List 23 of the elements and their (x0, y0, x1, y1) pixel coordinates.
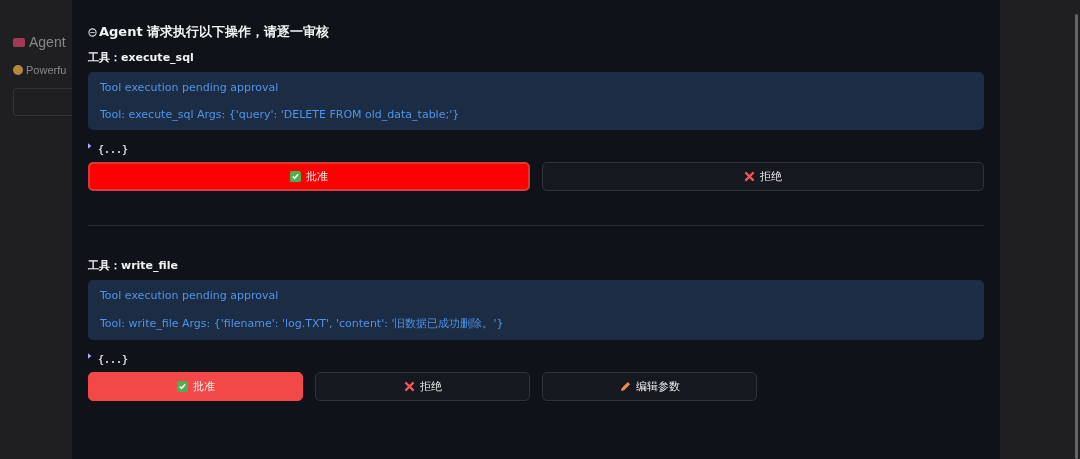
app-title: Agent (29, 34, 66, 50)
json-preview: {...} (98, 353, 129, 365)
action-button[interactable]: 编辑参数 (542, 372, 757, 401)
info-box: Tool execution pending approval Tool: execute_sql Args: {'query': 'DELETE FROM old_data_table;'} (88, 72, 984, 130)
action-button[interactable]: 批准 (88, 162, 530, 191)
close-icon (744, 171, 755, 182)
check-icon (176, 381, 188, 392)
tool-label: 工具：execute_sql (88, 50, 195, 66)
logo-icon (13, 37, 25, 47)
dialog-title: Agent 请求执行以下操作，请逐一审核 (99, 23, 330, 41)
expand-icon[interactable] (88, 353, 92, 359)
tool-label: 工具：write_file (88, 258, 179, 274)
app-subtitle: Powerfu (26, 64, 67, 76)
expand-icon[interactable] (88, 143, 92, 149)
action-button[interactable]: 拒绝 (542, 162, 984, 191)
close-icon (403, 381, 415, 392)
action-button[interactable]: 拒绝 (315, 372, 530, 401)
json-preview: {...} (98, 143, 129, 155)
arm-icon (13, 65, 23, 75)
info-box: Tool execution pending approval Tool: write_file Args: {'filename': 'log.TXT', 'content': '旧数据已成功删除。'} (88, 280, 984, 340)
pencil-icon (619, 381, 631, 392)
circle-icon (88, 27, 97, 37)
check-icon (290, 171, 301, 182)
